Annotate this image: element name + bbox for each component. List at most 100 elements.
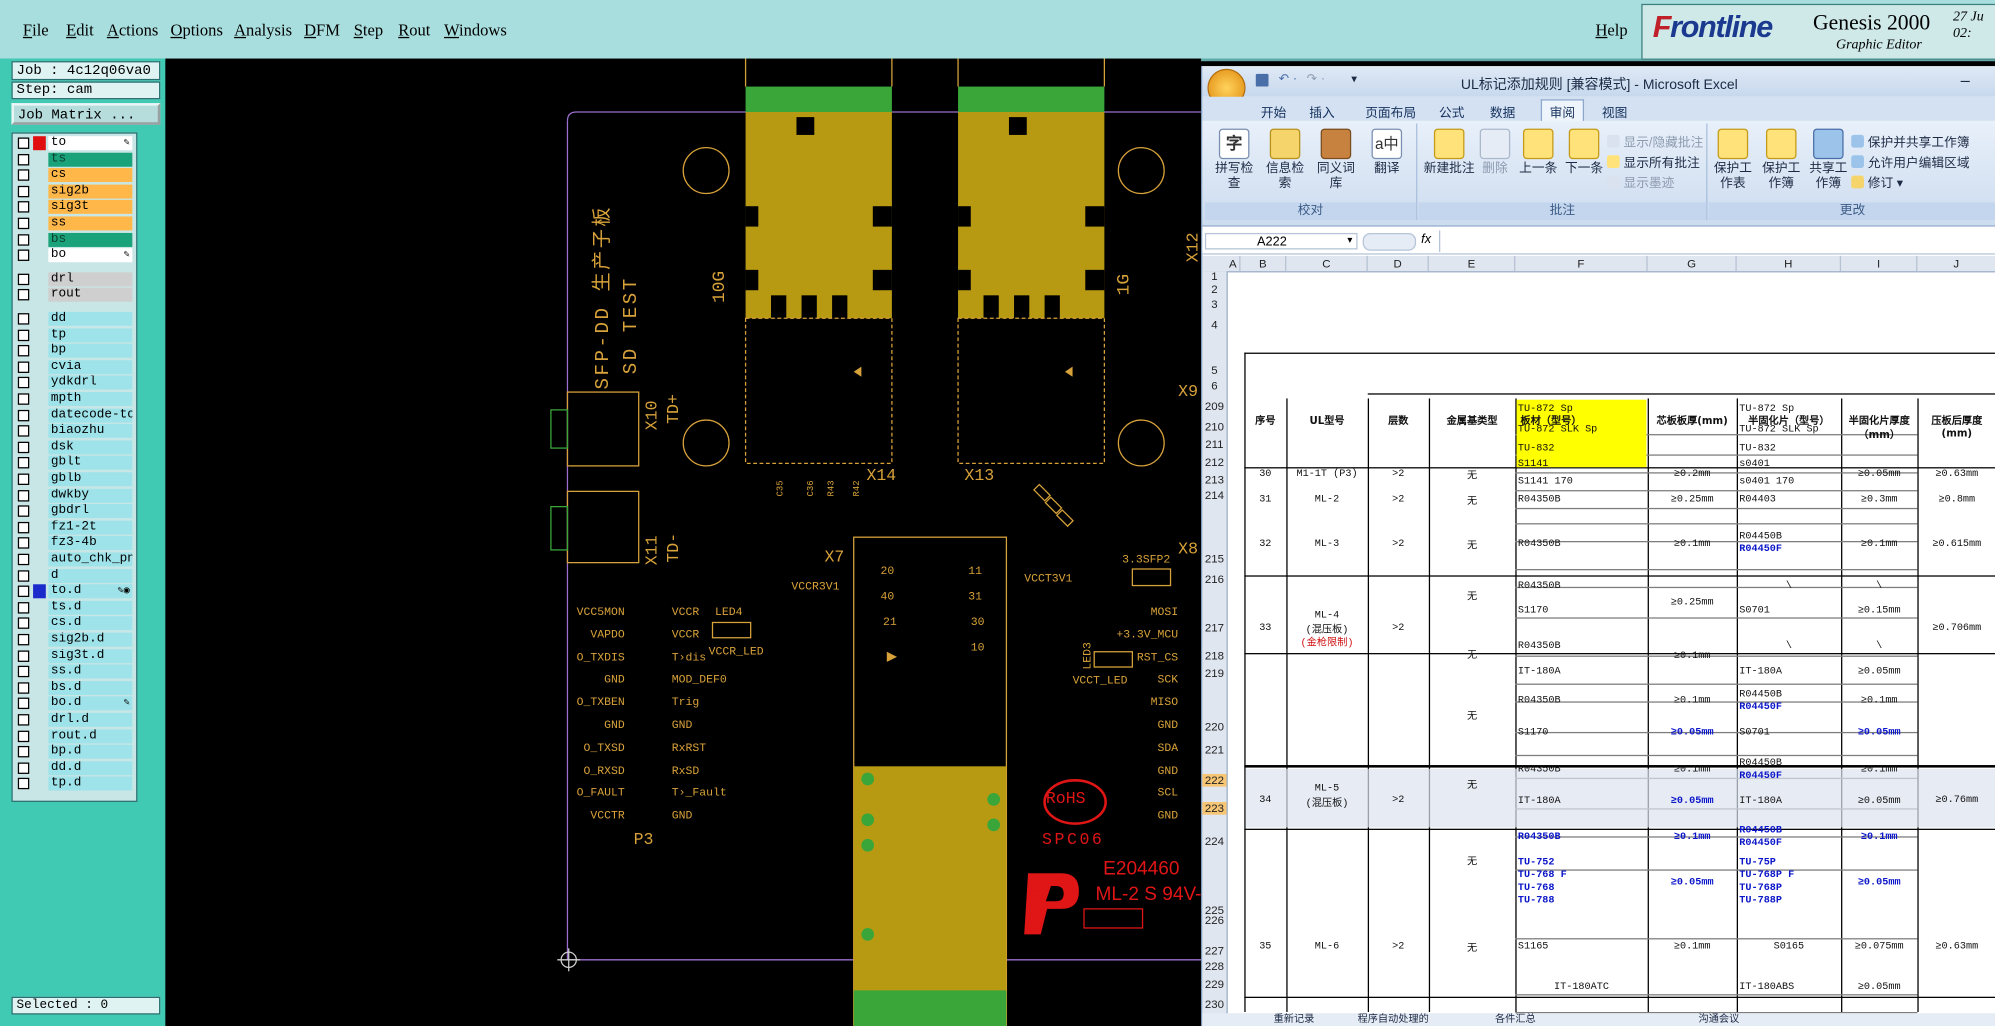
column-header[interactable]: F [1515, 255, 1648, 272]
layer-checkbox[interactable] [17, 329, 30, 341]
row-header[interactable]: 3 [1202, 298, 1226, 311]
row-header[interactable]: 224 [1202, 835, 1226, 848]
cell-c[interactable]: (混压板) [1289, 796, 1365, 809]
layer-row[interactable]: to ✎ [15, 136, 133, 151]
cell-h[interactable]: s0401 [1739, 458, 1838, 469]
layer-checkbox[interactable] [17, 633, 30, 646]
menu-options[interactable]: Options [170, 20, 222, 40]
cell-g[interactable]: ≥0.05mm [1650, 796, 1734, 807]
cell-f[interactable]: TU-788 [1518, 895, 1645, 906]
layer-checkbox[interactable] [17, 746, 30, 758]
ribbon-tab[interactable]: 开始 [1261, 102, 1286, 121]
cell-d[interactable]: >2 [1370, 468, 1426, 479]
cell-b[interactable]: 35 [1247, 941, 1284, 952]
menu-actions[interactable]: Actions [107, 20, 158, 40]
layer-checkbox[interactable] [17, 682, 30, 694]
cell-f[interactable]: R04350B [1518, 580, 1645, 591]
row-header[interactable]: 218 [1202, 649, 1226, 662]
cell-f[interactable]: IT-180ATC [1518, 981, 1645, 992]
layer-checkbox[interactable] [17, 473, 30, 485]
row-header[interactable]: 1 [1202, 270, 1226, 283]
thesaurus-button[interactable]: 同义词库 [1312, 128, 1360, 193]
layer-checkbox[interactable] [17, 537, 30, 550]
name-box[interactable]: A222 [1204, 232, 1358, 250]
cell-h[interactable]: \ [1739, 640, 1838, 651]
cell-h[interactable]: TU-75P [1739, 857, 1838, 868]
translate-button[interactable]: a中 翻译 [1363, 128, 1411, 177]
cell-g[interactable]: ≥0.2mm [1650, 468, 1734, 479]
row-header[interactable]: 219 [1202, 667, 1226, 680]
layer-checkbox[interactable] [17, 273, 30, 285]
menu-analysis[interactable]: Analysis [234, 20, 292, 40]
layer-row[interactable]: cs.d [15, 616, 133, 631]
layer-checkbox[interactable] [17, 762, 30, 774]
layer-row[interactable]: fz1-2t [15, 520, 133, 535]
cell-e[interactable]: 无 [1431, 494, 1512, 507]
cell-i[interactable]: ≥0.1mm [1844, 831, 1915, 842]
toggle-comment-button[interactable]: 显示/隐藏批注 [1606, 131, 1703, 150]
menu-edit[interactable]: Edit [66, 20, 94, 40]
layer-row[interactable]: sig3t.d [15, 648, 133, 663]
layer-row[interactable]: mpth [15, 392, 133, 407]
row-header[interactable]: 222 [1202, 773, 1227, 787]
cell-j[interactable]: ≥0.8mm [1920, 494, 1994, 505]
cell-h[interactable]: R04450F [1739, 838, 1838, 849]
cell-h[interactable]: R04450F [1739, 544, 1838, 555]
cell-h[interactable]: R04450F [1739, 701, 1838, 712]
cell-j[interactable]: ≥0.63mm [1920, 468, 1994, 479]
ribbon-tab[interactable]: 数据 [1490, 102, 1515, 121]
row-header[interactable]: 213 [1202, 474, 1226, 487]
row-header[interactable]: 229 [1202, 978, 1226, 991]
track-changes-button[interactable]: 修订 ▾ [1851, 172, 1903, 191]
cell-i[interactable]: ≥0.05mm [1844, 796, 1915, 807]
layer-row[interactable]: gbdrl [15, 504, 133, 519]
cell-g[interactable]: ≥0.05mm [1650, 877, 1734, 888]
cell-h[interactable]: R04450F [1739, 770, 1838, 781]
layer-row[interactable]: fz3-4b [15, 536, 133, 551]
layer-checkbox[interactable] [17, 361, 30, 373]
cell-i[interactable]: ≥0.05mm [1844, 666, 1915, 677]
cell-i[interactable]: ≥0.075mm [1844, 941, 1915, 952]
row-header[interactable]: 4 [1202, 318, 1226, 331]
layer-checkbox[interactable] [17, 665, 30, 678]
cell-f[interactable]: R04350B [1518, 494, 1645, 505]
cell-g[interactable]: ≥0.1mm [1650, 831, 1734, 842]
layer-checkbox[interactable] [17, 714, 30, 726]
layer-checkbox[interactable] [17, 169, 30, 181]
cell-f[interactable]: R04350B [1518, 831, 1645, 842]
layer-checkbox[interactable] [17, 457, 30, 469]
layer-row[interactable]: ts [15, 152, 133, 167]
prev-comment-button[interactable]: 上一条 [1515, 128, 1561, 177]
cell-h[interactable]: R04403 [1739, 494, 1838, 505]
column-header[interactable]: C [1286, 255, 1368, 272]
cell-d[interactable]: >2 [1370, 622, 1426, 633]
layer-checkbox[interactable] [17, 649, 30, 662]
cam-canvas[interactable]: SFP-DD 生产子板 SD TEST 10G 1G X14 X13 X10 T… [165, 58, 1202, 1026]
research-button[interactable]: 信息检索 [1261, 128, 1309, 193]
cell-e[interactable]: 无 [1431, 538, 1512, 552]
layer-checkbox[interactable] [17, 489, 30, 502]
cell-h[interactable]: R04450B [1739, 825, 1838, 836]
protect-sheet-button[interactable]: 保护工作表 [1711, 128, 1754, 193]
row-header[interactable]: 212 [1202, 456, 1226, 469]
layer-row[interactable]: sig3t [15, 200, 133, 215]
layer-checkbox[interactable] [17, 505, 30, 518]
protect-share-button[interactable]: 保护并共享工作簿 [1851, 131, 1970, 150]
layer-row[interactable]: ts.d [15, 600, 133, 615]
cell-h[interactable]: R04450B [1739, 689, 1838, 700]
row-header[interactable]: 228 [1202, 960, 1226, 973]
cell-h[interactable]: IT-180A [1739, 796, 1838, 807]
cell-b[interactable]: 31 [1247, 494, 1284, 505]
cell-i[interactable]: ≥0.05mm [1844, 727, 1915, 738]
layer-row[interactable]: bp.d [15, 744, 133, 759]
layer-row[interactable]: drl [15, 272, 133, 287]
row-header[interactable]: 226 [1202, 914, 1226, 927]
cell-h[interactable]: TU-872 Sp [1739, 404, 1838, 415]
cell-h[interactable]: S0165 [1739, 941, 1838, 952]
cell-c[interactable]: ML-2 [1289, 494, 1365, 505]
fx-icon[interactable]: fx [1421, 233, 1431, 247]
cell-g[interactable]: ≥0.1mm [1650, 941, 1734, 952]
row-header[interactable]: 227 [1202, 945, 1226, 958]
layer-row[interactable]: ss [15, 216, 133, 231]
layer-row[interactable]: tp.d [15, 776, 133, 791]
